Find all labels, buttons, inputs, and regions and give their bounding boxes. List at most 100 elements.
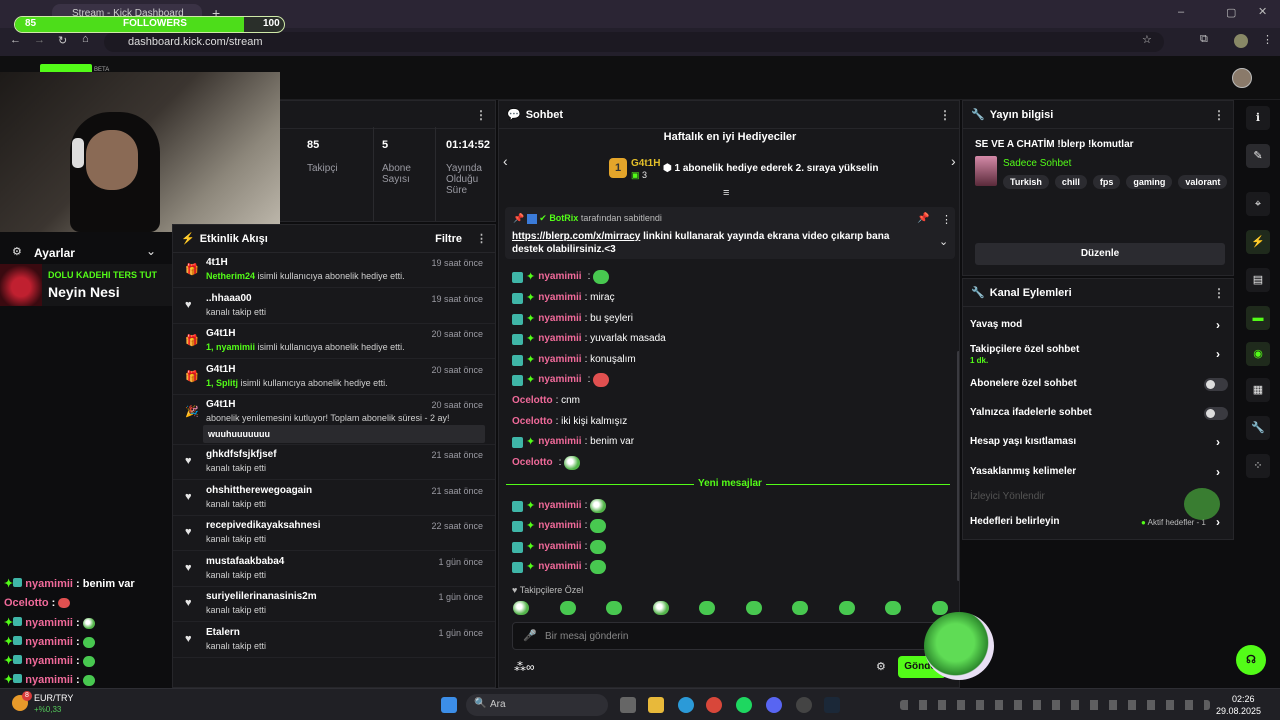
info-icon[interactable]: ℹ xyxy=(1246,106,1270,130)
minimize-button[interactable]: – xyxy=(1178,6,1184,18)
broadcast-icon[interactable]: ◉ xyxy=(1246,342,1270,366)
activity-user[interactable]: mustafaakbaba4 xyxy=(206,556,284,567)
toggle-switch[interactable] xyxy=(1204,407,1228,420)
chat-tools-icon[interactable]: ⁂∞ xyxy=(514,660,535,674)
channel-action-item[interactable]: Takipçilere özel sohbet 1 dk. xyxy=(970,344,1079,365)
browser-menu-icon[interactable]: ⋮ xyxy=(1262,33,1273,46)
reload-icon[interactable]: ↻ xyxy=(58,34,67,47)
emote-icon[interactable] xyxy=(652,601,669,615)
stream-tag[interactable]: valorant xyxy=(1178,175,1227,189)
chat-username[interactable]: nyamimii xyxy=(538,268,581,286)
channel-action-item[interactable]: Yalnızca ifadelerle sohbet xyxy=(970,407,1092,418)
more-icon[interactable]: ⋮ xyxy=(939,108,951,122)
activity-row[interactable]: ♥ ohshittherewegoagain kanalı takip etti 21… xyxy=(173,481,495,516)
back-icon[interactable]: ← xyxy=(10,34,21,46)
activity-user[interactable]: G4t1H xyxy=(206,364,235,375)
activity-row[interactable]: ♥ recepivedikayaksahnesi kanalı takip etti… xyxy=(173,516,495,552)
more-icon[interactable]: ⋮ xyxy=(1213,108,1225,122)
chevron-down-icon[interactable]: ⌄ xyxy=(939,235,948,248)
activity-user[interactable]: ghkdfsfsjkfjsef xyxy=(206,449,277,460)
category-name[interactable]: Sadece Sohbet xyxy=(1003,158,1071,169)
url-field[interactable]: dashboard.kick.com/stream xyxy=(104,32,1164,52)
more-icon[interactable]: ⋮ xyxy=(941,213,952,226)
toggle-switch[interactable] xyxy=(1204,378,1228,391)
channel-action-item[interactable]: Yasaklanmış kelimeler xyxy=(970,466,1076,477)
chevron-right-icon[interactable]: › xyxy=(1216,465,1220,479)
channel-action-item[interactable]: Yavaş mod xyxy=(970,319,1022,330)
chat-username[interactable]: nyamimii xyxy=(538,330,581,348)
pencil-icon[interactable]: ✎ xyxy=(1246,144,1270,168)
stream-tag[interactable]: chill xyxy=(1054,175,1087,189)
close-window-button[interactable]: ✕ xyxy=(1258,5,1267,18)
chat-username[interactable]: nyamimii xyxy=(538,433,581,451)
wrench-icon[interactable]: 🔧 xyxy=(1246,416,1270,440)
chat-username[interactable]: Ocelotto xyxy=(512,454,553,472)
chevron-right-icon[interactable]: › xyxy=(1216,318,1220,332)
spotify-icon[interactable] xyxy=(736,697,752,713)
pinned-link[interactable]: https://blerp.com/x/mirracy xyxy=(512,231,640,242)
tray-icons[interactable] xyxy=(900,700,1210,710)
extensions-icon[interactable]: ⧉ xyxy=(1200,33,1208,46)
activity-user[interactable]: G4t1H xyxy=(206,399,235,410)
stream-tag[interactable]: Turkish xyxy=(1003,175,1049,189)
apps-icon[interactable]: ⁘ xyxy=(1246,454,1270,478)
collapse-icon[interactable]: ≡ xyxy=(723,187,729,199)
chat-settings-gear-icon[interactable]: ⚙ xyxy=(876,660,886,673)
activity-row[interactable]: ♥ mustafaakbaba4 kanalı takip etti 1 gün ön… xyxy=(173,552,495,587)
chat-username[interactable]: nyamimii xyxy=(538,558,581,576)
file-explorer-icon[interactable] xyxy=(648,697,664,713)
lightning-icon[interactable]: ⚡ xyxy=(1246,230,1270,254)
chat-input[interactable]: 🎤 Bir mesaj gönderin xyxy=(512,622,942,650)
activity-row[interactable]: ♥ suriyelilerinanasinis2m kanalı takip ett… xyxy=(173,587,495,623)
emote-icon[interactable] xyxy=(931,601,948,615)
home-icon[interactable]: ⌂ xyxy=(82,33,89,45)
activity-user[interactable]: recepivedikayaksahnesi xyxy=(206,520,321,531)
emote-icon[interactable] xyxy=(745,601,762,615)
forward-icon[interactable]: → xyxy=(34,34,45,46)
chat-username[interactable]: nyamimii xyxy=(538,289,581,307)
taskbar-search[interactable]: 🔍 Ara xyxy=(466,694,608,716)
activity-user[interactable]: ohshittherewegoagain xyxy=(206,485,312,496)
channel-action-item[interactable]: Hedefleri belirleyin xyxy=(970,516,1059,527)
chat-icon[interactable]: ▬ xyxy=(1246,306,1270,330)
activity-user[interactable]: Etalern xyxy=(206,627,240,638)
chat-username[interactable]: nyamimii xyxy=(538,371,581,389)
edge-icon[interactable] xyxy=(678,697,694,713)
maximize-button[interactable]: ▢ xyxy=(1226,6,1236,19)
windows-start-icon[interactable] xyxy=(441,697,457,713)
chat-username[interactable]: Ocelotto xyxy=(512,392,553,410)
chat-username[interactable]: Ocelotto xyxy=(512,413,553,431)
activity-row[interactable]: 🎁 G4t1H 1, Splitj isimli kullanıcıya abone… xyxy=(173,360,495,395)
emote-icon[interactable] xyxy=(699,601,715,615)
stream-tag[interactable]: fps xyxy=(1092,175,1121,189)
chevron-right-icon[interactable]: › xyxy=(1216,515,1220,529)
activity-row[interactable]: ♥ ghkdfsfsjkfjsef kanalı takip etti 21 saat… xyxy=(173,445,495,480)
emote-icon[interactable] xyxy=(606,601,622,615)
emote-icon[interactable] xyxy=(513,601,529,615)
obs-icon[interactable] xyxy=(796,697,812,713)
emote-icon[interactable] xyxy=(885,601,901,615)
steam-icon[interactable] xyxy=(824,697,840,713)
activity-row[interactable]: 🎉 G4t1H abonelik yenilemesini kutluyor! To… xyxy=(173,395,495,446)
unpin-icon[interactable]: 📌 xyxy=(917,213,929,224)
channel-action-item[interactable]: Abonelere özel sohbet xyxy=(970,378,1077,389)
chat-username[interactable]: nyamimii xyxy=(538,538,581,556)
stream-tag[interactable]: gaming xyxy=(1126,175,1173,189)
chat-username[interactable]: nyamimii xyxy=(538,310,581,328)
target-icon[interactable]: ⌖ xyxy=(1246,192,1270,216)
chat-username[interactable]: nyamimii xyxy=(538,497,581,515)
chevron-left-icon[interactable]: ‹ xyxy=(503,153,508,169)
more-icon[interactable]: ⋮ xyxy=(1213,286,1225,300)
mic-icon[interactable]: 🎤 xyxy=(523,629,537,642)
chat-scrollbar[interactable] xyxy=(957,351,959,581)
activity-row[interactable]: ♥ Etalern kanalı takip etti 1 gün önce xyxy=(173,623,495,658)
layout-icon[interactable]: ▦ xyxy=(1246,378,1270,402)
chat-username[interactable]: nyamimii xyxy=(538,351,581,369)
emote-icon[interactable] xyxy=(792,601,808,615)
overlay-settings[interactable]: ⚙ Ayarlar ⌄ xyxy=(0,242,172,262)
more-icon[interactable]: ⋮ xyxy=(476,232,487,245)
chrome-icon[interactable] xyxy=(706,697,722,713)
channel-action-item[interactable]: Hesap yaşı kısıtlaması xyxy=(970,436,1076,447)
activity-row[interactable]: 🎁 4t1H Netherim24 isimli kullanıcıya abone… xyxy=(173,253,495,288)
activity-row[interactable]: ♥ ..hhaaa00 kanalı takip etti 19 saat önce xyxy=(173,289,495,324)
